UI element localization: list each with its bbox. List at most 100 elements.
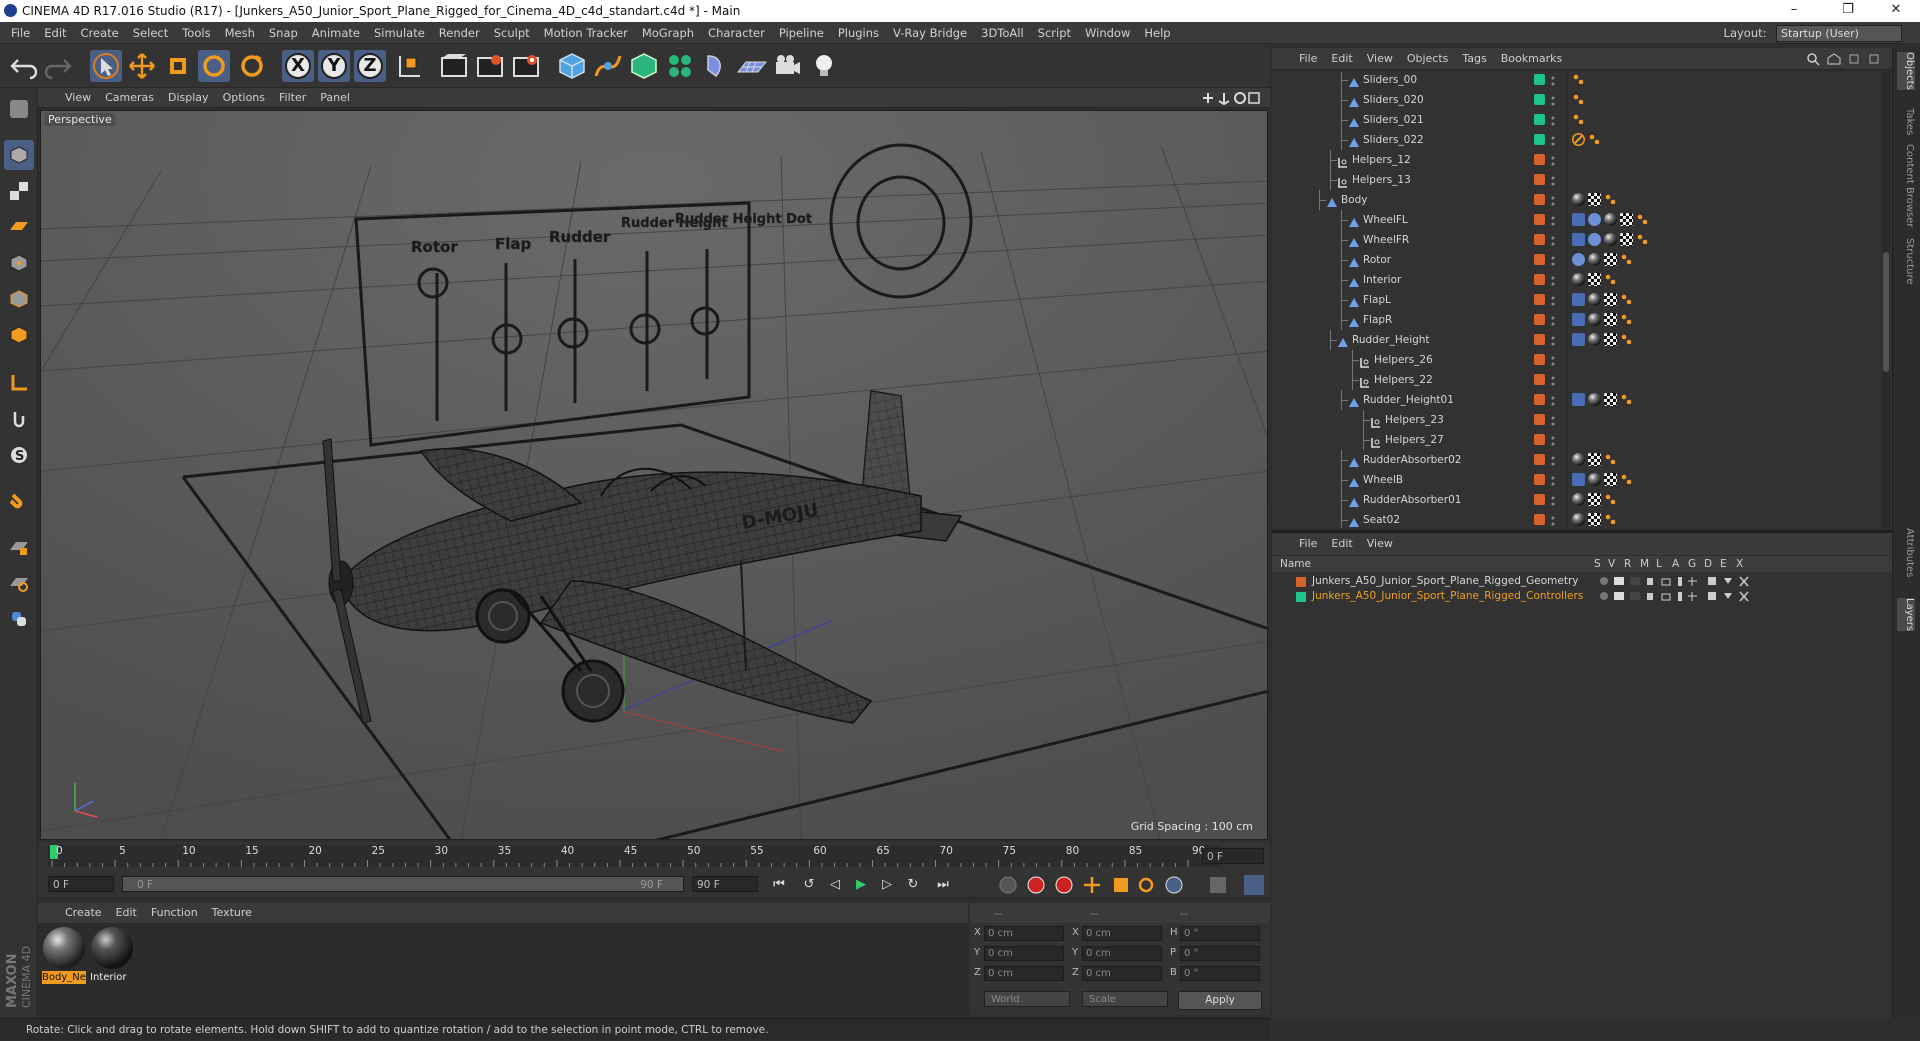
layer-column-name[interactable]: Name <box>1280 558 1311 570</box>
material-tag-icon[interactable] <box>1572 493 1585 506</box>
visibility-dots-icon[interactable] <box>1551 514 1555 526</box>
object-row-wheelfr[interactable]: WheelFR <box>1272 230 1884 250</box>
end-frame-field[interactable]: 90 F <box>692 876 758 892</box>
snap-icon[interactable]: S <box>4 440 34 470</box>
object-row-rudderabsorber01[interactable]: RudderAbsorber01 <box>1272 490 1884 510</box>
tag-dot-icon[interactable] <box>1572 113 1585 126</box>
object-manager-tools[interactable] <box>1806 52 1886 66</box>
expression-tag-icon[interactable] <box>1588 213 1601 226</box>
uvw-tag-icon[interactable] <box>1604 333 1617 346</box>
coord-size-field[interactable]: 0 cm <box>1082 926 1162 941</box>
locked-workplane-icon[interactable] <box>4 532 34 562</box>
previous-frame-icon[interactable]: ◁ <box>824 875 846 895</box>
object-row-helpers-12[interactable]: Helpers_12 <box>1272 150 1884 170</box>
viewport-menu-filter[interactable]: Filter <box>272 88 313 108</box>
object-menu-bookmarks[interactable]: Bookmarks <box>1494 48 1569 70</box>
tag-dot-icon[interactable] <box>1636 213 1649 226</box>
layer-menu-view[interactable]: View <box>1360 533 1400 555</box>
axis-mode-icon[interactable] <box>4 368 34 398</box>
coordinate-system-icon[interactable] <box>392 50 424 82</box>
visibility-dots-icon[interactable] <box>1551 414 1555 426</box>
workplane-mode-icon[interactable] <box>4 212 34 242</box>
object-row-sliders-020[interactable]: Sliders_020 <box>1272 90 1884 110</box>
object-menu-view[interactable]: View <box>1360 48 1400 70</box>
object-row-rotor[interactable]: Rotor <box>1272 250 1884 270</box>
visibility-dots-icon[interactable] <box>1551 254 1555 266</box>
layer-color-swatch[interactable] <box>1534 474 1545 485</box>
menu-window[interactable]: Window <box>1078 22 1137 44</box>
visibility-dots-icon[interactable] <box>1551 154 1555 166</box>
layer-column-d[interactable]: D <box>1704 558 1712 570</box>
layer-color-swatch[interactable] <box>1534 134 1545 145</box>
object-menu-objects[interactable]: Objects <box>1400 48 1456 70</box>
key-position-icon[interactable] <box>1084 877 1100 893</box>
visibility-dots-icon[interactable] <box>1551 214 1555 226</box>
viewport-menu-display[interactable]: Display <box>161 88 216 108</box>
material-interior[interactable]: Interior <box>90 927 134 983</box>
object-row-interior[interactable]: Interior <box>1272 270 1884 290</box>
layer-column-a[interactable]: A <box>1672 558 1679 570</box>
next-frame-icon[interactable]: ▷ <box>876 875 898 895</box>
coord-rotation-field[interactable]: 0 ° <box>1180 946 1260 961</box>
uvw-tag-icon[interactable] <box>1588 193 1601 206</box>
object-menu-tags[interactable]: Tags <box>1455 48 1493 70</box>
key-scale-icon[interactable] <box>1114 878 1128 892</box>
visibility-dots-icon[interactable] <box>1551 114 1555 126</box>
coord-size-field[interactable]: 0 cm <box>1082 966 1162 981</box>
deformer-icon[interactable] <box>700 50 732 82</box>
coord-position-field[interactable]: 0 cm <box>984 926 1064 941</box>
side-tab-layers[interactable]: Layers <box>1897 598 1915 632</box>
side-tab-attributes[interactable]: Attributes <box>1897 528 1915 577</box>
layer-toggle-icons[interactable] <box>1600 576 1760 587</box>
object-tree-scrollbar[interactable] <box>1882 72 1890 528</box>
uvw-tag-icon[interactable] <box>1620 213 1633 226</box>
side-tab-content-browser[interactable]: Content Browser <box>1897 144 1915 227</box>
uvw-tag-icon[interactable] <box>1604 393 1617 406</box>
layer-color-swatch[interactable] <box>1534 94 1545 105</box>
render-picture-viewer-icon[interactable] <box>474 50 506 82</box>
material-tag-icon[interactable] <box>1588 313 1601 326</box>
uvw-tag-icon[interactable] <box>1604 253 1617 266</box>
undo-icon[interactable] <box>8 50 40 82</box>
magnet-icon[interactable] <box>4 486 34 516</box>
viewport-menu-panel[interactable]: Panel <box>313 88 357 108</box>
expression-tag-icon[interactable] <box>1588 233 1601 246</box>
layer-row[interactable]: Junkers_A50_Junior_Sport_Plane_Rigged_Co… <box>1272 589 1884 604</box>
visibility-dots-icon[interactable] <box>1551 454 1555 466</box>
object-row-flapl[interactable]: FlapL <box>1272 290 1884 310</box>
z-axis-icon[interactable]: Z <box>354 50 386 82</box>
menu-character[interactable]: Character <box>701 22 772 44</box>
previous-key-icon[interactable]: ↺ <box>798 875 820 895</box>
move-icon[interactable] <box>126 50 158 82</box>
object-row-sliders-00[interactable]: Sliders_00 <box>1272 72 1884 90</box>
start-frame-field[interactable]: 0 F <box>48 876 114 892</box>
spline-pen-icon[interactable] <box>592 50 624 82</box>
material-tag-icon[interactable] <box>1588 473 1601 486</box>
pose-morph-tag-icon[interactable] <box>1572 213 1585 226</box>
visibility-dots-icon[interactable] <box>1551 194 1555 206</box>
visibility-dots-icon[interactable] <box>1551 94 1555 106</box>
light-icon[interactable] <box>808 50 840 82</box>
layer-row[interactable]: Junkers_A50_Junior_Sport_Plane_Rigged_Ge… <box>1272 574 1884 589</box>
points-mode-icon[interactable] <box>4 248 34 278</box>
visibility-dots-icon[interactable] <box>1551 134 1555 146</box>
protection-tag-icon[interactable] <box>1572 133 1585 146</box>
expression-tag-icon[interactable] <box>1572 253 1585 266</box>
pose-morph-tag-icon[interactable] <box>1572 233 1585 246</box>
tag-dot-icon[interactable] <box>1620 393 1633 406</box>
coord-rotation-field[interactable]: 0 ° <box>1180 926 1260 941</box>
minimize-button[interactable]: – <box>1772 2 1816 20</box>
layer-color-swatch[interactable] <box>1534 374 1545 385</box>
tag-dot-icon[interactable] <box>1620 473 1633 486</box>
make-editable-icon[interactable] <box>4 94 34 124</box>
edit-render-settings-icon[interactable] <box>510 50 542 82</box>
coord-size-field[interactable]: 0 cm <box>1082 946 1162 961</box>
scale-icon[interactable] <box>162 50 194 82</box>
tag-dot-icon[interactable] <box>1604 273 1617 286</box>
menu-help[interactable]: Help <box>1137 22 1177 44</box>
layer-color-swatch[interactable] <box>1534 154 1545 165</box>
tag-dot-icon[interactable] <box>1620 253 1633 266</box>
python-icon[interactable] <box>4 604 34 634</box>
visibility-dots-icon[interactable] <box>1551 394 1555 406</box>
tag-dot-icon[interactable] <box>1572 93 1585 106</box>
